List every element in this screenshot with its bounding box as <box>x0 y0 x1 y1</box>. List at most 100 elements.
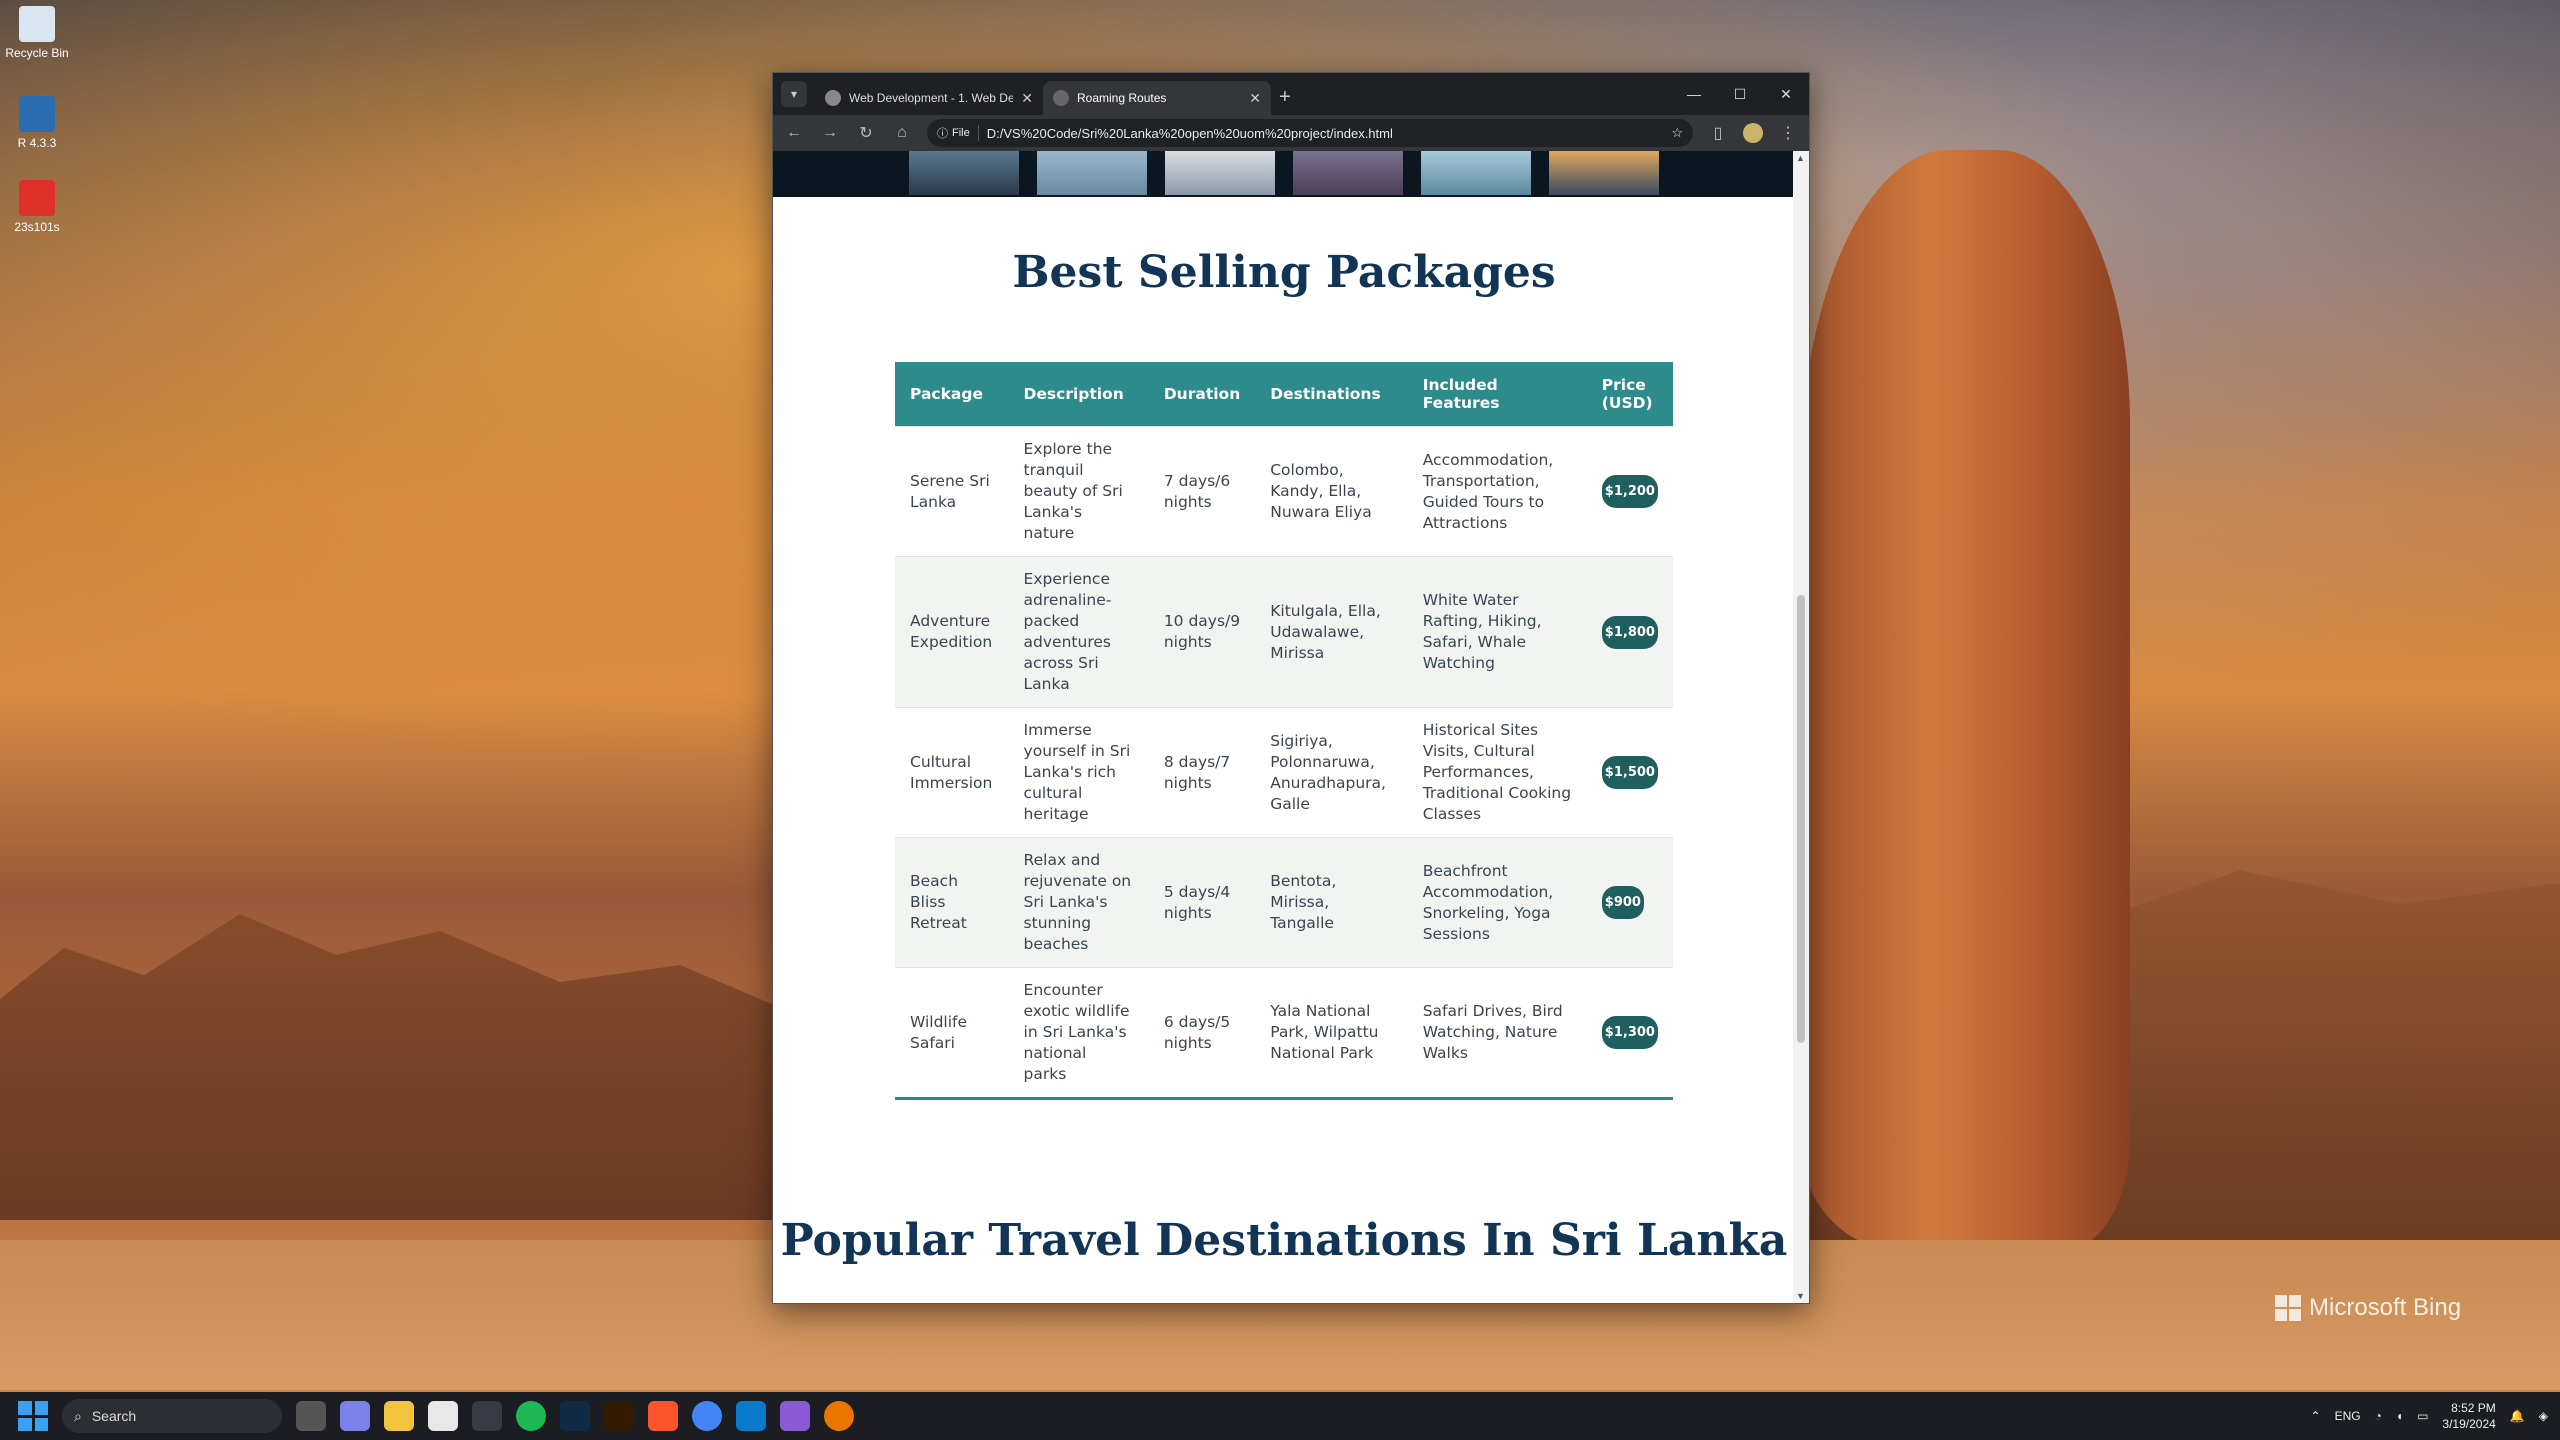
taskbar-apps <box>296 1401 854 1431</box>
table-row: Beach Bliss Retreat Relax and rejuvenate… <box>895 837 1673 968</box>
visual-studio-icon[interactable] <box>780 1401 810 1431</box>
home-icon[interactable]: ⌂ <box>891 124 913 142</box>
widgets-icon[interactable]: ◈ <box>2539 1409 2548 1423</box>
back-icon[interactable]: ← <box>783 124 805 142</box>
column-header: Description <box>1008 362 1149 427</box>
page-title: Best Selling Packages <box>1012 247 1556 298</box>
globe-icon <box>1053 90 1069 106</box>
duration-cell: 6 days/5 nights <box>1148 967 1256 1099</box>
wallpaper-mesa-left <box>0 914 800 1220</box>
vscode-icon[interactable] <box>736 1401 766 1431</box>
bing-watermark: Microsoft Bing <box>2275 1294 2461 1322</box>
spotify-icon[interactable] <box>516 1401 546 1431</box>
menu-kebab-icon[interactable]: ⋮ <box>1777 123 1799 143</box>
notification-bell-icon[interactable]: 🔔 <box>2510 1409 2525 1423</box>
close-tab-icon[interactable]: ✕ <box>1249 90 1261 107</box>
column-header: Duration <box>1148 362 1256 427</box>
package-cell: Wildlife Safari <box>895 967 1009 1099</box>
package-cell: Beach Bliss Retreat <box>895 837 1009 968</box>
taskbar: ⌕ Search ⌃ ENG ◔ ◖ ▭ 8:52 PM 3/19/2024 🔔… <box>0 1392 2560 1440</box>
window-controls: — ☐ ✕ <box>1671 73 1809 115</box>
gallery-image[interactable] <box>1549 151 1659 195</box>
maximize-button[interactable]: ☐ <box>1717 73 1763 115</box>
image-gallery-strip <box>773 151 1795 197</box>
page-scrollbar[interactable]: ▲ ▼ <box>1793 151 1809 1303</box>
package-cell: Serene Sri Lanka <box>895 426 1009 557</box>
features-cell: White Water Rafting, Hiking, Safari, Wha… <box>1407 556 1587 708</box>
store-icon[interactable] <box>428 1401 458 1431</box>
section-heading-destinations: Popular Travel Destinations In Sri Lanka <box>780 1215 1788 1266</box>
illustrator-icon[interactable] <box>604 1401 634 1431</box>
description-cell: Relax and rejuvenate on Sri Lanka's stun… <box>1008 837 1149 968</box>
gallery-image[interactable] <box>1421 151 1531 195</box>
close-window-button[interactable]: ✕ <box>1763 73 1809 115</box>
destinations-cell: Sigiriya, Polonnaruwa, Anuradhapura, Gal… <box>1255 707 1408 838</box>
gallery-image[interactable] <box>1037 151 1147 195</box>
scroll-down-icon[interactable]: ▼ <box>1796 1291 1805 1301</box>
forward-icon[interactable]: → <box>819 124 841 142</box>
gallery-image[interactable] <box>1165 151 1275 195</box>
r-app-icon <box>19 96 55 132</box>
wallpaper-rock <box>1800 150 2130 1250</box>
destinations-cell: Kitulgala, Ella, Udawalawe, Mirissa <box>1255 556 1408 708</box>
gallery-image[interactable] <box>1293 151 1403 195</box>
bookmark-star-icon[interactable]: ☆ <box>1671 125 1683 141</box>
column-header: Destinations <box>1255 362 1408 427</box>
destinations-cell: Yala National Park, Wilpattu National Pa… <box>1255 967 1408 1099</box>
address-bar[interactable]: ⓘ File D:/VS%20Code/Sri%20Lanka%20open%2… <box>927 119 1693 147</box>
search-icon: ⌕ <box>74 1407 82 1424</box>
duration-cell: 10 days/9 nights <box>1148 556 1256 708</box>
info-icon: ⓘ <box>937 128 948 140</box>
pdf-file-icon <box>19 180 55 216</box>
obs-icon[interactable] <box>472 1401 502 1431</box>
recycle-bin-icon <box>19 6 55 42</box>
site-info-chip[interactable]: ⓘ File <box>937 125 979 141</box>
blender-icon[interactable] <box>824 1401 854 1431</box>
start-button[interactable] <box>18 1401 48 1431</box>
clock[interactable]: 8:52 PM 3/19/2024 <box>2442 1400 2495 1432</box>
volume-icon[interactable]: ◖ <box>2396 1409 2403 1423</box>
scroll-up-icon[interactable]: ▲ <box>1796 153 1805 163</box>
side-panel-icon[interactable]: ▯ <box>1707 123 1729 143</box>
desktop-icon-recycle-bin[interactable]: Recycle Bin <box>4 6 70 60</box>
packages-table: Package Description Duration Destination… <box>895 362 1673 1100</box>
chevron-up-icon[interactable]: ⌃ <box>2311 1409 2321 1423</box>
close-tab-icon[interactable]: ✕ <box>1021 90 1033 107</box>
teams-icon[interactable] <box>340 1401 370 1431</box>
description-cell: Experience adrenaline-packed adventures … <box>1008 556 1149 708</box>
brave-icon[interactable] <box>648 1401 678 1431</box>
bing-logo-icon <box>2275 1295 2301 1321</box>
file-explorer-icon[interactable] <box>296 1401 326 1431</box>
tab-favicon-icon <box>825 90 841 106</box>
desktop-icon-pdf[interactable]: 23s101s <box>4 180 70 234</box>
profile-avatar[interactable] <box>1743 123 1763 143</box>
browser-toolbar: ← → ↻ ⌂ ⓘ File D:/VS%20Code/Sri%20Lanka%… <box>773 115 1809 151</box>
scrollbar-thumb[interactable] <box>1797 595 1805 1043</box>
price-badge: $1,200 <box>1601 475 1658 508</box>
chrome-icon[interactable] <box>692 1401 722 1431</box>
features-cell: Beachfront Accommodation, Snorkeling, Yo… <box>1407 837 1587 968</box>
folder-icon[interactable] <box>384 1401 414 1431</box>
system-tray: ⌃ ENG ◔ ◖ ▭ 8:52 PM 3/19/2024 🔔 ◈ <box>2310 1400 2549 1432</box>
photoshop-icon[interactable] <box>560 1401 590 1431</box>
price-badge: $1,800 <box>1601 615 1658 649</box>
price-badge: $900 <box>1601 886 1644 919</box>
reload-icon[interactable]: ↻ <box>855 123 877 143</box>
browser-window: ▾ Web Development - 1. Web De ✕ Roaming … <box>772 72 1810 1304</box>
package-cell: Cultural Immersion <box>895 707 1009 838</box>
description-cell: Encounter exotic wildlife in Sri Lanka's… <box>1008 967 1149 1099</box>
tab-web-development[interactable]: Web Development - 1. Web De ✕ <box>815 81 1043 115</box>
new-tab-button[interactable]: + <box>1279 86 1291 109</box>
taskbar-search[interactable]: ⌕ Search <box>62 1399 282 1433</box>
wifi-icon[interactable]: ◔ <box>2375 1409 2382 1423</box>
description-cell: Explore the tranquil beauty of Sri Lanka… <box>1008 426 1149 557</box>
tab-search-button[interactable]: ▾ <box>781 81 807 107</box>
gallery-image[interactable] <box>909 151 1019 195</box>
tab-roaming-routes[interactable]: Roaming Routes ✕ <box>1043 81 1271 115</box>
price-cell: $900 <box>1586 837 1673 968</box>
page-viewport: Best Selling Packages Package Descriptio… <box>773 151 1795 1303</box>
destinations-cell: Bentota, Mirissa, Tangalle <box>1255 837 1408 968</box>
minimize-button[interactable]: — <box>1671 73 1717 115</box>
battery-icon[interactable]: ▭ <box>2417 1409 2428 1423</box>
desktop-icon-r[interactable]: R 4.3.3 <box>4 96 70 150</box>
